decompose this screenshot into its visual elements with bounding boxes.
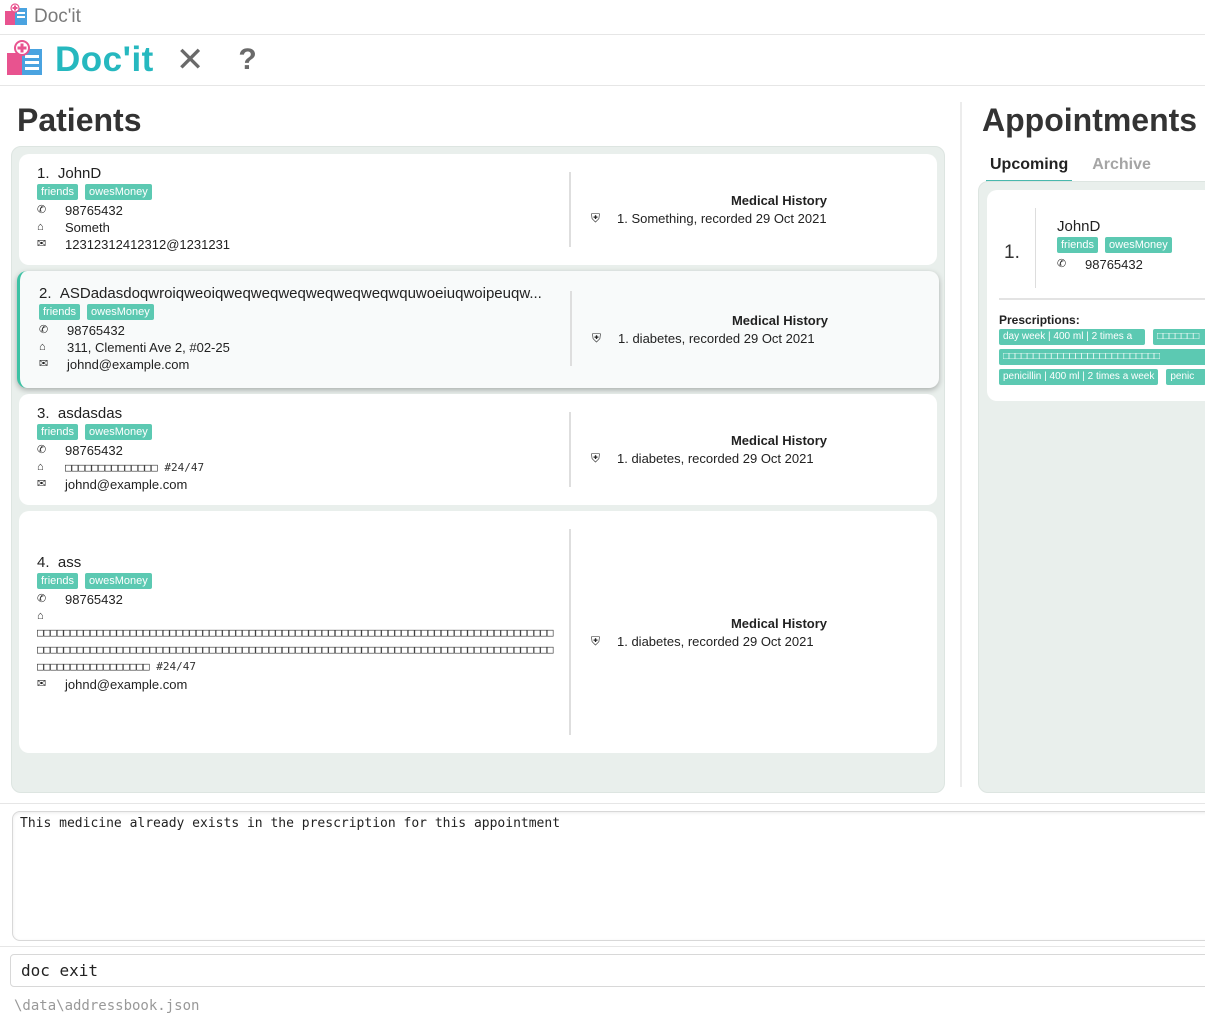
medical-history-title: Medical History (730, 193, 828, 208)
brand-logo-icon (5, 38, 47, 83)
tag: owesMoney (85, 424, 152, 440)
appointment-card[interactable]: 1. JohnD friends owesMoney ✆ 98765432 Pre… (987, 190, 1205, 401)
patient-phone: 98765432 (65, 443, 123, 458)
shield-icon: ⛨ (591, 634, 601, 648)
appointment-list[interactable]: 1. JohnD friends owesMoney ✆ 98765432 Pre… (978, 181, 1205, 793)
appointment-phone: 98765432 (1085, 257, 1143, 272)
menubar: Doc'it ✕ ? (0, 35, 1205, 86)
appointment-patient-name: JohnD (1057, 218, 1101, 235)
command-box[interactable] (10, 954, 1205, 987)
patient-address: □□□□□□□□□□□□□□ #24/47 (65, 461, 205, 474)
email-icon: ✉ (37, 478, 47, 490)
tag: owesMoney (1105, 237, 1172, 253)
prescription-tag: penic (1166, 369, 1205, 385)
brand-title: Doc'it (55, 40, 154, 79)
result-text: This medicine already exists in the pres… (20, 816, 561, 831)
email-icon: ✉ (37, 678, 47, 690)
tag: owesMoney (85, 573, 152, 589)
tag: friends (39, 304, 81, 320)
medical-history-entry: 1. diabetes, recorded 29 Oct 2021 (617, 451, 814, 466)
patients-heading: Patients (17, 102, 142, 138)
tag: friends (1057, 237, 1099, 253)
medical-history-title: Medical History (730, 433, 828, 448)
window-title: Doc'it (34, 6, 81, 27)
close-icon[interactable]: ✕ (176, 43, 205, 77)
prescription-tag: day week | 400 ml | 2 times a (999, 329, 1145, 345)
window-titlebar: Doc'it (0, 0, 1205, 35)
appointment-index: 1. (1004, 242, 1020, 263)
patient-card[interactable]: 1. JohnD friends owesMoney ✆ 98765432 ⌂ So… (19, 154, 937, 265)
card-separator (1035, 208, 1036, 288)
card-separator (570, 291, 572, 366)
tag: owesMoney (87, 304, 154, 320)
email-icon: ✉ (37, 238, 47, 250)
patient-phone: 98765432 (65, 592, 123, 607)
patient-phone: 98765432 (65, 203, 123, 218)
medical-history-entry: 1. diabetes, recorded 29 Oct 2021 (618, 331, 815, 346)
appointments-heading: Appointments (982, 102, 1198, 138)
patient-list[interactable]: 1. JohnD friends owesMoney ✆ 98765432 ⌂ So… (11, 146, 945, 793)
home-icon: ⌂ (37, 461, 44, 473)
phone-icon: ✆ (1057, 258, 1067, 270)
prescriptions-title: Prescriptions: (999, 313, 1080, 327)
prescription-tag: □□□□□□□ (1153, 329, 1205, 345)
medical-history-entry: 1. Something, recorded 29 Oct 2021 (617, 211, 827, 226)
patient-email: johnd@example.com (65, 477, 188, 492)
patient-address: □□□□□□□□□□□□□□□□□□□□□□□□□□□□□□□□□□□□□□□□… (37, 626, 554, 673)
card-separator (569, 412, 571, 487)
result-display[interactable]: This medicine already exists in the pres… (12, 811, 1205, 941)
command-input[interactable] (21, 961, 1205, 980)
patient-email: johnd@example.com (67, 357, 190, 372)
appointment-tabs: Upcoming Archive (986, 152, 1171, 183)
patient-address: Someth (65, 220, 110, 235)
patient-name: 2. ASDadasdoqwroiqweoiqweqweqweqweqweqwe… (39, 285, 542, 302)
divider (0, 946, 1205, 947)
card-separator (569, 172, 571, 247)
medical-history-title: Medical History (730, 616, 828, 631)
shield-icon: ⛨ (592, 331, 602, 345)
tag: friends (37, 184, 79, 200)
patient-name: 1. JohnD (37, 165, 102, 182)
card-separator (999, 298, 1205, 300)
medical-history-entry: 1. diabetes, recorded 29 Oct 2021 (617, 634, 814, 649)
tab-upcoming[interactable]: Upcoming (986, 152, 1073, 183)
phone-icon: ✆ (39, 324, 49, 336)
patient-email: 12312312412312@1231231 (65, 237, 231, 252)
shield-icon: ⛨ (591, 451, 601, 465)
phone-icon: ✆ (37, 204, 47, 216)
tag: friends (37, 424, 79, 440)
prescription-tag: □□□□□□□□□□□□□□□□□□□□□□□□□□ (999, 349, 1205, 365)
home-icon: ⌂ (37, 221, 44, 233)
patient-name: 4. ass (37, 554, 82, 571)
panel-divider[interactable] (960, 102, 962, 787)
home-icon: ⌂ (39, 341, 46, 353)
phone-icon: ✆ (37, 593, 47, 605)
medical-history-title: Medical History (731, 313, 829, 328)
prescription-tag: penicillin | 400 ml | 2 times a week (999, 369, 1159, 385)
help-icon[interactable]: ? (238, 45, 256, 75)
tag: friends (37, 573, 79, 589)
home-icon: ⌂ (37, 610, 44, 622)
patient-card-selected[interactable]: 2. ASDadasdoqwroiqweoiqweqweqweqweqweqwe… (17, 271, 939, 388)
card-separator (569, 529, 571, 735)
divider (0, 803, 1205, 804)
phone-icon: ✆ (37, 444, 47, 456)
shield-icon: ⛨ (591, 211, 601, 225)
patient-email: johnd@example.com (65, 677, 188, 692)
tab-archive[interactable]: Archive (1088, 152, 1155, 183)
app-logo-icon (3, 2, 29, 33)
status-bar-path: \data\addressbook.json (14, 998, 200, 1014)
patient-name: 3. asdasdas (37, 405, 123, 422)
patient-phone: 98765432 (67, 323, 125, 338)
patient-card[interactable]: 4. ass friends owesMoney ✆ 98765432 ⌂ □□□… (19, 511, 937, 753)
patient-card[interactable]: 3. asdasdas friends owesMoney ✆ 98765432 … (19, 394, 937, 505)
patient-address: 311, Clementi Ave 2, #02-25 (67, 340, 230, 355)
email-icon: ✉ (39, 358, 49, 370)
tag: owesMoney (85, 184, 152, 200)
